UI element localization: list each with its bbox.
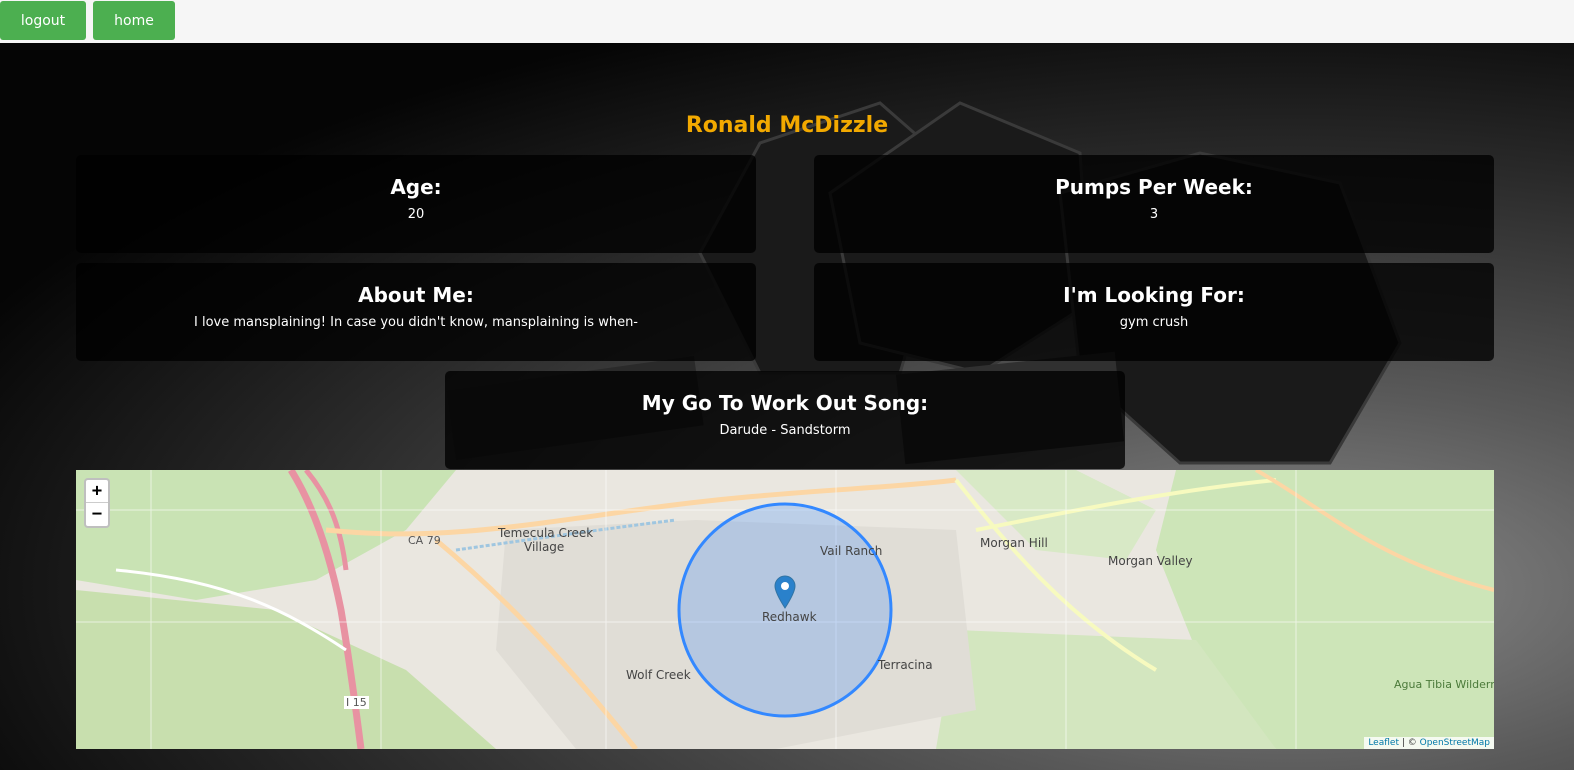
about-value: I love mansplaining! In case you didn't … [193, 315, 639, 330]
map-label-agua-tibia: Agua Tibia Wilderness [1394, 678, 1494, 691]
map-zoom-control: + − [84, 478, 110, 528]
looking-for-heading: I'm Looking For: [1063, 283, 1245, 307]
looking-for-card: I'm Looking For: gym crush [814, 263, 1494, 361]
song-value: Darude - Sandstorm [719, 423, 851, 438]
leaflet-link[interactable]: Leaflet [1368, 738, 1399, 748]
looking-for-value: gym crush [1119, 315, 1189, 330]
map-label-vail-ranch: Vail Ranch [820, 544, 883, 558]
home-button[interactable]: home [93, 1, 175, 40]
song-heading: My Go To Work Out Song: [641, 391, 929, 415]
map-label-terracina: Terracina [878, 658, 933, 672]
age-card: Age: 20 [76, 155, 756, 253]
age-heading: Age: [390, 175, 442, 199]
map-attribution: Leaflet | © OpenStreetMap [1364, 737, 1494, 749]
top-nav-bar: logout home [0, 0, 1574, 43]
map-label-redhawk: Redhawk [762, 610, 817, 624]
openstreetmap-link[interactable]: OpenStreetMap [1420, 738, 1490, 748]
map-label-wolf-creek: Wolf Creek [626, 668, 691, 682]
map-label-ca79: CA 79 [408, 534, 441, 547]
map-label-i15: I 15 [344, 696, 369, 709]
zoom-out-button[interactable]: − [86, 503, 108, 526]
pumps-card: Pumps Per Week: 3 [814, 155, 1494, 253]
map-label-village: Village [524, 540, 565, 554]
attribution-separator: | © [1398, 738, 1420, 748]
about-heading: About Me: [358, 283, 474, 307]
location-map[interactable]: Temecula Creek Village CA 79 Vail Ranch … [76, 470, 1494, 749]
age-value: 20 [407, 207, 425, 222]
map-label-morgan-hill: Morgan Hill [980, 536, 1048, 550]
profile-name: Ronald McDizzle [685, 113, 889, 138]
map-label-temecula-creek: Temecula Creek [498, 526, 594, 540]
zoom-in-button[interactable]: + [86, 480, 108, 503]
pumps-heading: Pumps Per Week: [1055, 175, 1253, 199]
logout-button[interactable]: logout [0, 1, 86, 40]
pumps-value: 3 [1149, 207, 1159, 222]
map-label-morgan-valley: Morgan Valley [1108, 554, 1193, 568]
song-card: My Go To Work Out Song: Darude - Sandsto… [445, 371, 1125, 469]
about-card: About Me: I love mansplaining! In case y… [76, 263, 756, 361]
